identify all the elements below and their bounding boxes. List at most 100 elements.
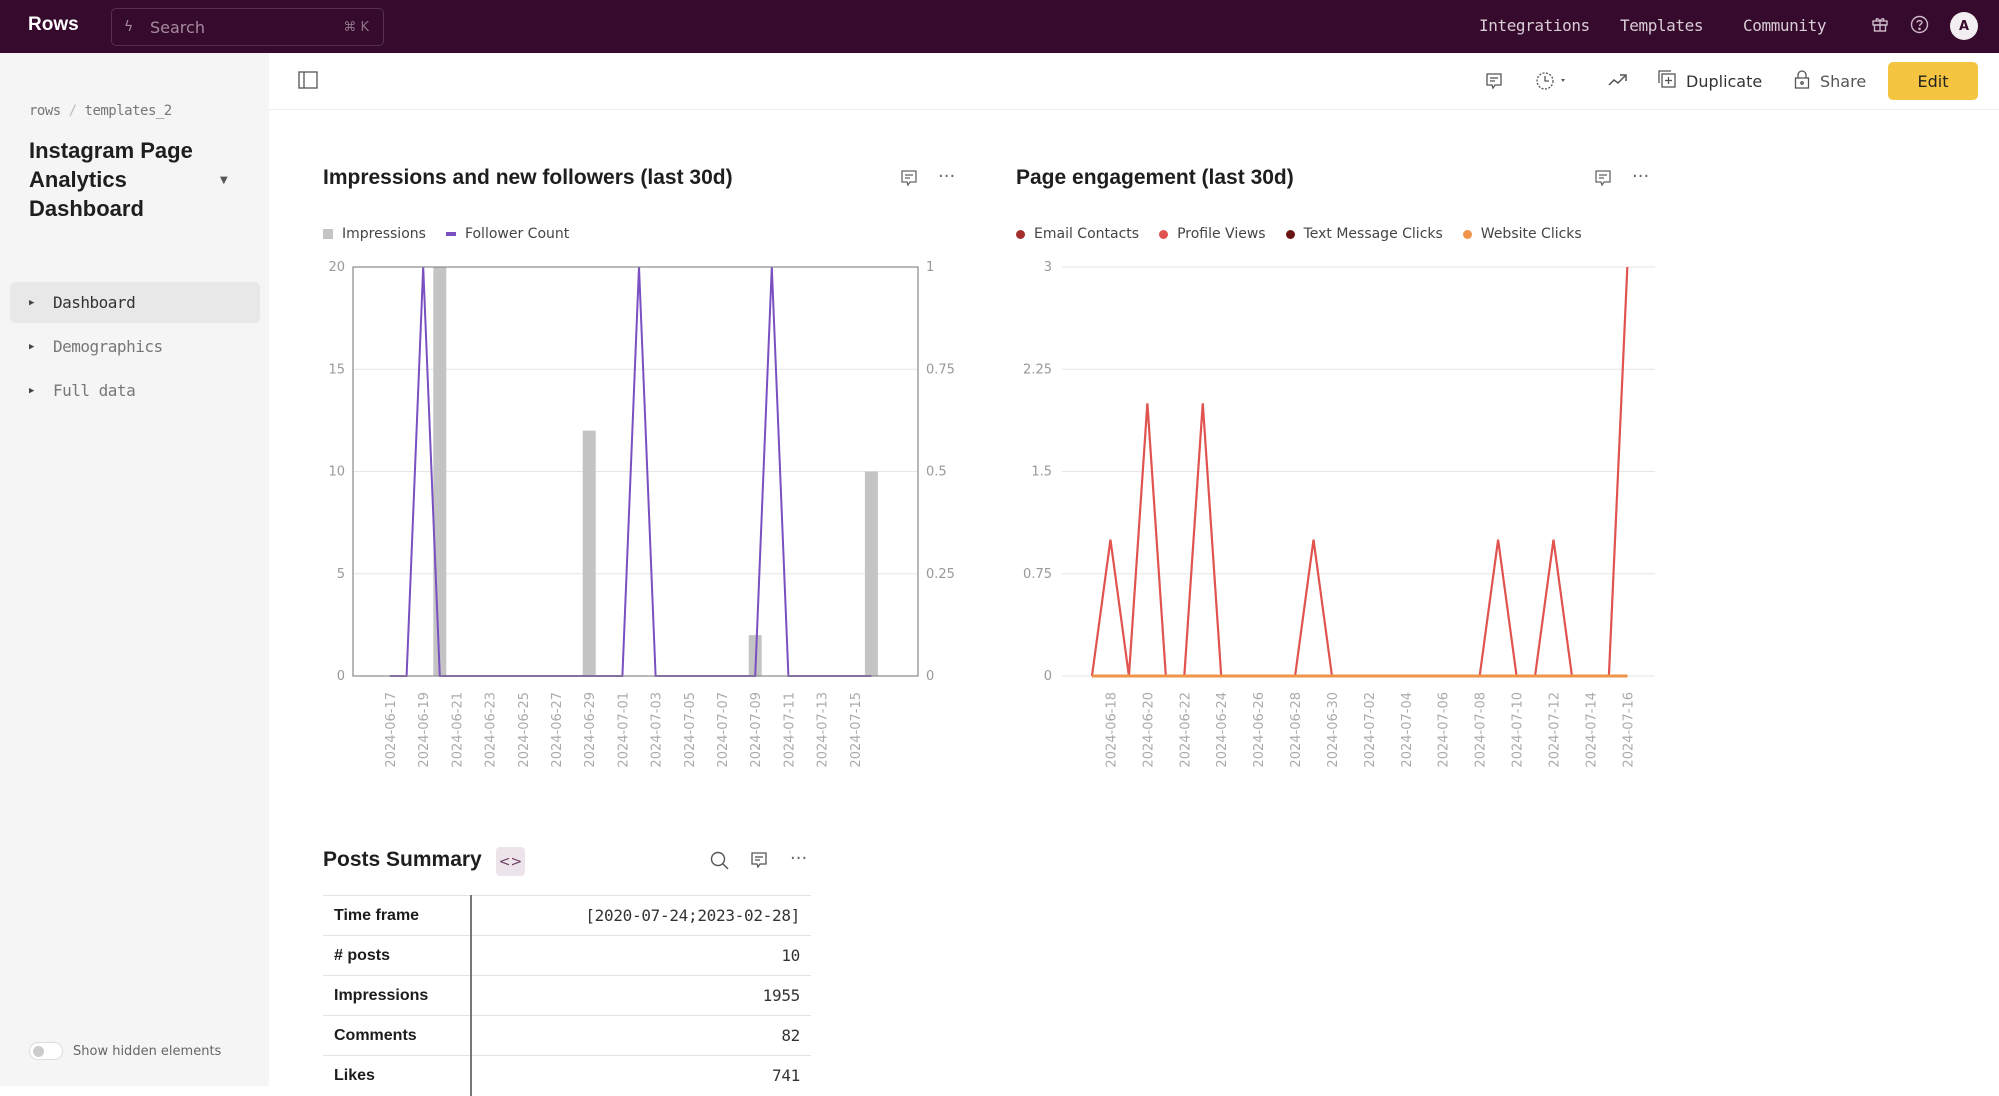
caret-right-icon: ▶: [29, 341, 34, 352]
y-right-tick-label: 0.25: [926, 567, 955, 582]
comment-icon[interactable]: [1594, 169, 1612, 191]
show-hidden-row: Show hidden elements: [29, 1042, 221, 1060]
x-tick-label: 2024-07-06: [1437, 692, 1452, 768]
y-tick-label: 0.75: [1023, 567, 1052, 582]
duplicate-label: Duplicate: [1686, 71, 1763, 91]
comment-icon[interactable]: [750, 851, 768, 873]
x-tick-label: 2024-06-21: [450, 692, 465, 768]
history-icon[interactable]: [1535, 71, 1569, 96]
posts-summary-title: Posts Summary: [323, 848, 482, 871]
gift-icon[interactable]: [1871, 15, 1889, 38]
row-value[interactable]: 741: [471, 1055, 811, 1096]
more-options-icon[interactable]: ···: [1632, 166, 1649, 187]
sidebar-item-demographics[interactable]: ▶ Demographics: [10, 326, 260, 367]
x-tick-label: 2024-06-22: [1178, 692, 1193, 768]
x-tick-label: 2024-06-24: [1215, 692, 1230, 768]
x-tick-label: 2024-07-12: [1548, 692, 1563, 768]
row-label[interactable]: Likes: [323, 1055, 472, 1096]
legend-label: Impressions: [342, 226, 426, 242]
row-label[interactable]: Impressions: [323, 975, 472, 1016]
duplicate-icon: [1658, 70, 1676, 92]
y-left-tick-label: 15: [328, 362, 345, 377]
share-label: Share: [1820, 72, 1867, 91]
breadcrumb-folder[interactable]: templates_2: [85, 103, 173, 119]
impressions-bar: [582, 430, 596, 676]
legend-label: Text Message Clicks: [1303, 226, 1443, 242]
row-value[interactable]: [2020-07-24;2023-02-28]: [471, 895, 811, 936]
y-right-tick-label: 1: [926, 260, 934, 275]
y-right-tick-label: 0.75: [926, 362, 955, 377]
table-row: Impressions 1955: [323, 975, 811, 1016]
x-tick-label: 2024-07-05: [683, 692, 698, 768]
y-left-tick-label: 20: [328, 260, 345, 275]
x-tick-label: 2024-07-13: [816, 692, 831, 768]
legend-swatch: [445, 232, 456, 236]
more-options-icon[interactable]: ···: [790, 848, 807, 869]
x-tick-label: 2024-06-25: [517, 692, 532, 768]
x-tick-label: 2024-06-23: [484, 692, 499, 768]
x-tick-label: 2024-06-28: [1289, 692, 1304, 768]
sidebar-toggle-icon[interactable]: [298, 71, 318, 94]
duplicate-button[interactable]: Duplicate: [1658, 70, 1762, 92]
sidebar-item-dashboard[interactable]: ▶ Dashboard: [10, 282, 260, 323]
legend-item-email-contacts[interactable]: Email Contacts: [1016, 226, 1139, 242]
legend-item-follower-count[interactable]: Follower Count: [445, 226, 569, 242]
breadcrumb-workspace[interactable]: rows: [29, 103, 61, 119]
table-row: Comments 82: [323, 1015, 811, 1056]
legend-item-text-message-clicks[interactable]: Text Message Clicks: [1285, 226, 1443, 242]
user-avatar[interactable]: A: [1950, 12, 1978, 40]
posts-summary-table: Time frame [2020-07-24;2023-02-28] # posts…: [323, 895, 811, 1096]
x-tick-label: 2024-07-09: [749, 692, 764, 768]
legend-label: Profile Views: [1177, 226, 1266, 242]
caret-down-icon[interactable]: ▼: [220, 175, 228, 186]
row-value[interactable]: 1955: [471, 975, 811, 1016]
comment-icon[interactable]: [900, 169, 918, 191]
nav-link-community[interactable]: Community: [1743, 16, 1827, 35]
row-label[interactable]: Comments: [323, 1015, 472, 1056]
x-tick-label: 2024-07-01: [616, 692, 631, 768]
show-hidden-label: Show hidden elements: [73, 1043, 222, 1059]
edit-button[interactable]: Edit: [1888, 62, 1978, 100]
nav-link-templates[interactable]: Templates: [1620, 16, 1704, 35]
sidebar-item-label: Dashboard: [53, 293, 136, 312]
search-input[interactable]: ϟ Search ⌘ K: [111, 8, 384, 46]
y-tick-label: 0: [1044, 669, 1052, 684]
y-right-tick-label: 0.5: [926, 465, 947, 480]
chart-legend: Email Contacts Profile Views Text Message …: [1016, 226, 1602, 242]
x-tick-label: 2024-06-20: [1141, 692, 1156, 768]
legend-item-website-clicks[interactable]: Website Clicks: [1462, 226, 1582, 242]
y-right-tick-label: 0: [926, 669, 934, 684]
share-button[interactable]: Share: [1794, 70, 1866, 93]
search-icon[interactable]: [710, 851, 729, 874]
code-badge[interactable]: <>: [496, 847, 525, 876]
document-title: Instagram Page Analytics Dashboard: [29, 138, 193, 221]
help-icon[interactable]: [1910, 15, 1929, 39]
row-label[interactable]: Time frame: [323, 895, 472, 936]
y-tick-label: 1.5: [1031, 465, 1052, 480]
more-options-icon[interactable]: ···: [938, 166, 955, 187]
trend-icon[interactable]: [1608, 72, 1628, 93]
impressions-bar: [433, 267, 447, 676]
show-hidden-toggle[interactable]: [29, 1042, 63, 1060]
row-value[interactable]: 82: [471, 1015, 811, 1056]
y-tick-label: 2.25: [1023, 362, 1052, 377]
comment-icon[interactable]: [1485, 72, 1503, 95]
impressions-bar: [864, 471, 878, 676]
x-tick-label: 2024-07-15: [849, 692, 864, 768]
page-engagement-chart: 0 0.75 1.5 2.25 3 2024-06-18 2024-06-20 2024-06…: [1023, 260, 1655, 768]
legend-item-impressions[interactable]: Impressions: [323, 226, 426, 242]
row-label[interactable]: # posts: [323, 935, 472, 976]
breadcrumb: rows / templates_2: [29, 103, 172, 119]
nav-link-integrations[interactable]: Integrations: [1479, 16, 1590, 35]
legend-swatch: [1159, 229, 1169, 239]
x-tick-label: 2024-07-11: [782, 692, 797, 768]
x-tick-label: 2024-07-08: [1474, 692, 1489, 768]
legend-item-profile-views[interactable]: Profile Views: [1159, 226, 1266, 242]
row-value[interactable]: 10: [471, 935, 811, 976]
table-row: # posts 10: [323, 935, 811, 976]
x-tick-label: 2024-07-16: [1621, 692, 1636, 768]
sidebar-item-full-data[interactable]: ▶ Full data: [10, 370, 260, 411]
y-left-tick-label: 0: [337, 669, 345, 684]
x-tick-label: 2024-07-14: [1584, 692, 1599, 768]
rows-logo[interactable]: Rows: [28, 14, 79, 36]
